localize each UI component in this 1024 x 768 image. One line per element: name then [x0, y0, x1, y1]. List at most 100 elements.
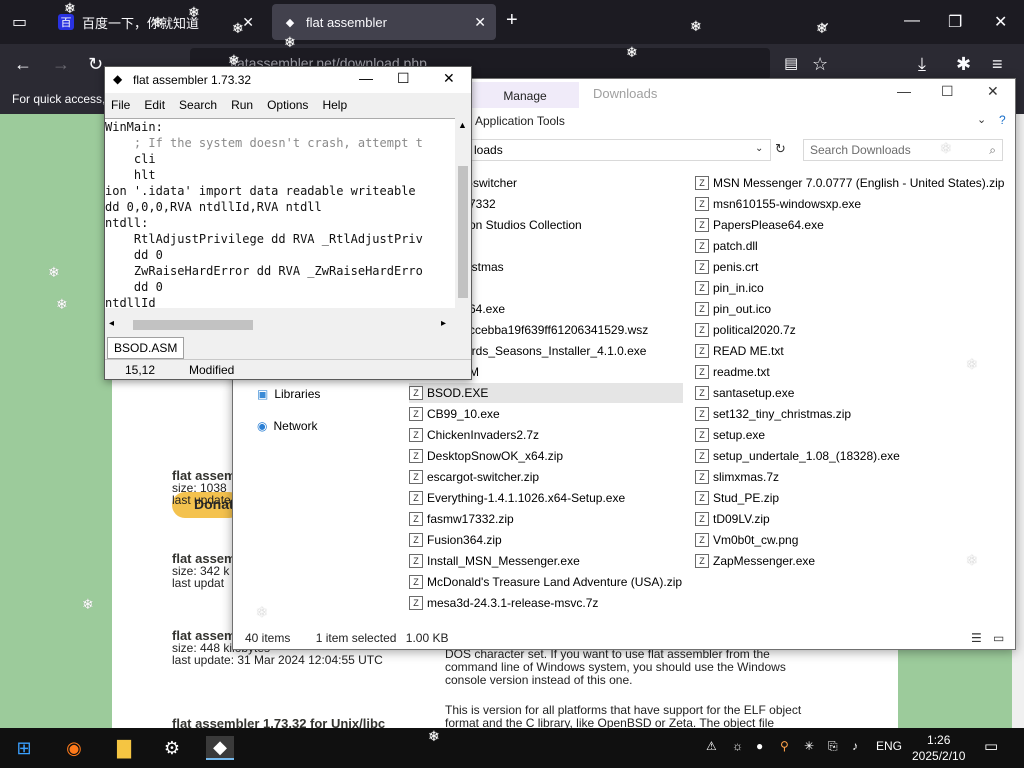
details-view-icon[interactable]: ☰ [971, 631, 982, 645]
file-item[interactable]: Zpenis.crt [695, 257, 758, 277]
maximize-icon[interactable]: ❐ [948, 12, 962, 32]
tab-close-icon[interactable]: ✕ [242, 14, 254, 31]
editor-vertical-scrollbar[interactable]: ▲ [455, 118, 471, 318]
snow-icon[interactable]: ✳ [804, 739, 814, 753]
file-item[interactable]: Z CB99_10.exe [409, 404, 683, 424]
scroll-left-icon[interactable]: ◂ [109, 318, 114, 329]
reload-icon[interactable]: ↻ [88, 54, 103, 75]
bookmark-star-icon[interactable]: ☆ [812, 54, 828, 75]
file-explorer-icon[interactable]: ▇ [110, 736, 138, 760]
settings-gear-icon[interactable]: ⚙ [158, 736, 186, 760]
menu-icon[interactable]: ≡ [992, 54, 1003, 75]
file-item[interactable]: Zset132_tiny_christmas.zip [695, 404, 851, 424]
file-item[interactable]: Zsetup_undertale_1.08_(18328).exe [695, 446, 900, 466]
close-window-icon[interactable]: ✕ [994, 12, 1007, 32]
usb-icon[interactable]: ⎘ [828, 739, 838, 754]
code-editor[interactable]: WinMain: ; If the system doesn't crash, … [105, 118, 471, 308]
menu-file[interactable]: File [111, 98, 130, 114]
menu-search[interactable]: Search [179, 98, 217, 114]
file-tab-bsod-asm[interactable]: BSOD.ASM [107, 337, 185, 359]
file-item[interactable]: Z Stud_PE.zip [695, 488, 779, 508]
menu-options[interactable]: Options [267, 98, 308, 114]
editor-horizontal-scrollbar[interactable]: ◂ ▸ [105, 317, 455, 333]
file-item[interactable]: Z ZapMessenger.exe [695, 551, 815, 571]
tab-overview-icon[interactable]: ▭ [12, 12, 27, 32]
nav-network[interactable]: ◉ Network [257, 419, 318, 433]
file-item[interactable]: Z PapersPlease64.exe [695, 215, 824, 235]
downloads-icon[interactable]: ⤓ [918, 54, 926, 75]
file-item[interactable]: Zescargot-switcher.zip [409, 467, 683, 487]
scroll-thumb[interactable] [458, 166, 468, 298]
back-icon[interactable]: ← [14, 54, 32, 75]
file-item[interactable]: Zsantasetup.exe [695, 383, 794, 403]
network-tray-icon[interactable]: ☼ [732, 739, 743, 753]
file-item[interactable]: Zpatch.dll [695, 236, 758, 256]
file-item[interactable]: Z Vm0b0t_cw.png [695, 530, 798, 550]
scroll-up-icon[interactable]: ▲ [458, 120, 467, 130]
file-item[interactable]: 7332 [469, 194, 496, 214]
scroll-right-icon[interactable]: ▸ [441, 318, 446, 329]
file-item[interactable]: Zmesa3d-24.3.1-release-msvc.7z [409, 593, 683, 613]
minimize-icon[interactable]: — [359, 70, 373, 86]
security-icon[interactable]: ⚠ [706, 739, 717, 753]
nav-libraries[interactable]: ▣ Libraries [257, 387, 320, 401]
firefox-icon[interactable]: ◉ [60, 736, 88, 760]
file-item[interactable]: Z ChickenInvaders2.7z [409, 425, 683, 445]
fasm-taskbar-icon[interactable]: ◆ [206, 736, 234, 760]
expand-ribbon-icon[interactable]: ⌄ [977, 113, 986, 126]
large-icons-view-icon[interactable]: ▭ [993, 631, 1004, 645]
file-item[interactable]: Z McDonald's Treasure Land Adventure (USA… [409, 572, 683, 592]
start-windows-icon[interactable]: ⊞ [10, 736, 38, 760]
close-window-icon[interactable]: ✕ [987, 83, 999, 100]
file-item[interactable]: Z DesktopSnowOK_x64.zip [409, 446, 683, 466]
file-item[interactable]: ZtD09LV.zip [695, 509, 770, 529]
scroll-thumb[interactable] [133, 320, 253, 330]
file-item[interactable]: Z MSN Messenger 7.0.0777 (English - Unite… [695, 173, 1004, 193]
extensions-icon[interactable]: ✱ [956, 54, 971, 75]
maximize-icon[interactable]: ☐ [397, 70, 410, 87]
file-item[interactable]: Z BSOD.EXE [409, 383, 683, 403]
minimize-icon[interactable]: — [897, 83, 911, 99]
address-dropdown-icon[interactable]: ⌄ [755, 143, 763, 154]
clock[interactable]: 1:26 2025/2/10 [912, 732, 965, 764]
file-item[interactable]: Zreadme.txt [695, 362, 770, 382]
tab-close-icon[interactable]: ✕ [474, 14, 486, 31]
file-item[interactable]: Zpolitical2020.7z [695, 320, 796, 340]
file-item[interactable]: on Studios Collection [469, 215, 582, 235]
file-item[interactable]: Zpin_out.ico [695, 299, 771, 319]
file-item[interactable]: istmas [469, 257, 504, 277]
menu-edit[interactable]: Edit [144, 98, 165, 114]
file-item[interactable]: Zsetup.exe [695, 425, 765, 445]
search-everything-icon[interactable]: ⚲ [780, 739, 789, 753]
notifications-icon[interactable]: ▭ [984, 737, 998, 755]
language-indicator[interactable]: ENG [876, 739, 902, 753]
help-icon[interactable]: ? [999, 113, 1006, 127]
file-item[interactable]: Z Install_MSN_Messenger.exe [409, 551, 683, 571]
maximize-icon[interactable]: ☐ [941, 83, 954, 100]
new-tab-icon[interactable]: + [506, 9, 518, 32]
refresh-icon[interactable]: ↻ [775, 141, 786, 157]
volume-icon[interactable]: ♪ [852, 739, 858, 753]
reader-view-icon[interactable]: ▤ [784, 54, 798, 72]
drop-icon[interactable]: ● [756, 739, 763, 753]
menu-run[interactable]: Run [231, 98, 253, 114]
file-item[interactable]: Z Everything-1.4.1.1026.x64-Setup.exe [409, 488, 683, 508]
tab-manage[interactable]: Manage [471, 82, 579, 108]
minimize-icon[interactable]: — [904, 12, 920, 30]
forward-icon[interactable]: → [52, 54, 70, 75]
file-item[interactable]: Z Fusion364.zip [409, 530, 683, 550]
file-item[interactable]: Zmsn610155-windowsxp.exe [695, 194, 861, 214]
file-item[interactable]: ccebba19f639ff61206341529.wsz [469, 320, 648, 340]
close-window-icon[interactable]: ✕ [443, 70, 455, 87]
file-item[interactable]: Z READ ME.txt [695, 341, 784, 361]
file-item[interactable]: Zpin_in.ico [695, 278, 764, 298]
search-input[interactable]: Search Downloads ⌕ [803, 139, 1003, 161]
address-bar[interactable]: loads [469, 139, 771, 161]
menu-help[interactable]: Help [322, 98, 347, 114]
file-item[interactable]: Zfasmw17332.zip [409, 509, 683, 529]
file-item[interactable]: irds_Seasons_Installer_4.1.0.exe [469, 341, 646, 361]
file-item[interactable]: 64.exe [469, 299, 505, 319]
file-item[interactable]: Zslimxmas.7z [695, 467, 779, 487]
file-item[interactable]: -switcher [469, 173, 517, 193]
tab-flat-assembler[interactable]: ◆ flat assembler ✕ [272, 4, 496, 40]
